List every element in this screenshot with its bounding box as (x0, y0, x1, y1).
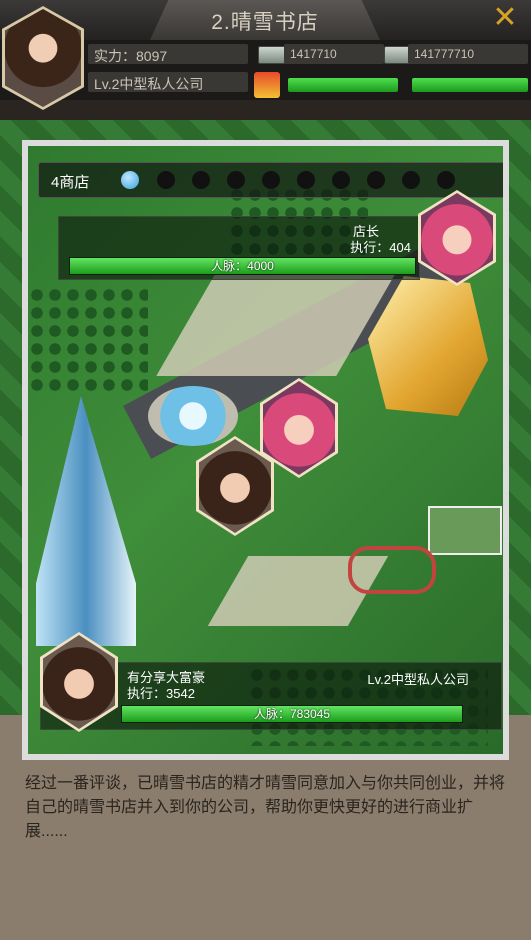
manager-face (421, 193, 493, 283)
progress-bar-2 (412, 78, 528, 92)
fountain (148, 386, 238, 446)
money-1: 1417710 (290, 47, 337, 61)
plaza-top (156, 266, 400, 376)
manager-execution: 执行：404 (350, 240, 411, 255)
player-execution: 执行：3542 (127, 686, 195, 701)
close-icon[interactable]: ✕ (489, 2, 521, 34)
story-text: 经过一番评谈，已晴雪书店的精才晴雪同意加入与你共同创业，并将自己的晴雪书店并入到… (25, 775, 506, 840)
pager-dot[interactable] (332, 171, 350, 189)
basketball-court (428, 506, 502, 555)
pager-dot[interactable] (227, 171, 245, 189)
npc-brown-face (199, 439, 271, 533)
player-card-face (43, 635, 115, 729)
pager-dot[interactable] (367, 171, 385, 189)
money-2: 141777710 (414, 47, 475, 61)
player-company: Lv.2中型私人公司 (367, 672, 469, 687)
pager-dot[interactable] (262, 171, 280, 189)
city-icon (254, 72, 280, 98)
player-avatar-face (5, 9, 81, 107)
pager-dot[interactable] (157, 171, 175, 189)
manager-network-label: 人脉：4000 (211, 259, 274, 273)
power-label: 实力：8097 (94, 48, 168, 64)
store-label: 4商店 (51, 174, 90, 191)
running-track (348, 546, 436, 594)
cash-icon (258, 46, 286, 64)
trees-left (28, 286, 148, 396)
glass-tower (36, 396, 136, 646)
player-network-bar: 人脉：783045 (121, 705, 463, 723)
manager-network-bar: 人脉：4000 (69, 257, 416, 275)
pager-dot[interactable] (437, 171, 455, 189)
pager-dot[interactable] (192, 171, 210, 189)
store-panel: 4商店 店长 执行：404 人脉：4000 有分享大富豪 执行：3542 Lv.… (22, 140, 509, 760)
company-level: Lv.2中型私人公司 (94, 76, 204, 92)
progress-bar-1 (288, 78, 398, 92)
player-network-label: 人脉：783045 (253, 707, 331, 721)
pager-dot[interactable] (297, 171, 315, 189)
manager-card[interactable]: 店长 执行：404 人脉：4000 (58, 216, 420, 280)
window-title: 2.晴雪书店 (211, 11, 319, 34)
store-pager-strip: 4商店 (38, 162, 503, 198)
pager-dot-active[interactable] (121, 171, 139, 189)
pager-dot[interactable] (402, 171, 420, 189)
